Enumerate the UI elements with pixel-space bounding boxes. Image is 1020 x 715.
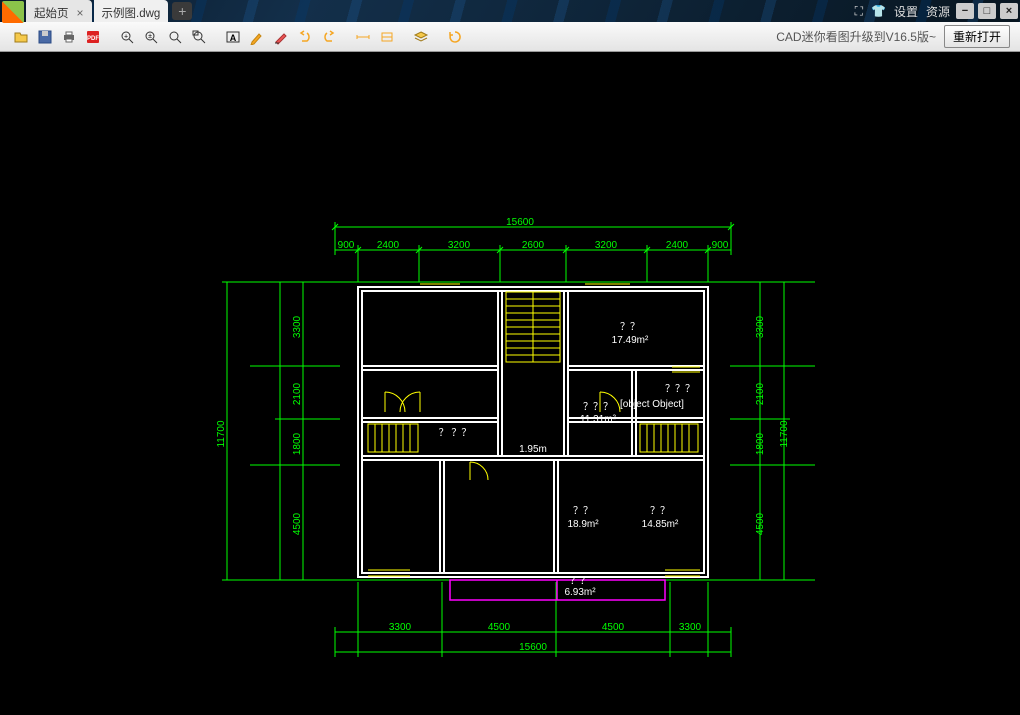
room-area-4: [object Object] bbox=[620, 399, 684, 410]
save-icon[interactable] bbox=[34, 26, 56, 48]
svg-text:A: A bbox=[230, 33, 237, 43]
titlebar: 起始页 × 示例图.dwg + ⛶ 👕 设置 资源 − □ × bbox=[0, 0, 1020, 22]
redo-icon[interactable] bbox=[318, 26, 340, 48]
room-label-2: ？？？ bbox=[665, 384, 695, 395]
pencil-icon[interactable] bbox=[246, 26, 268, 48]
text-icon[interactable]: A bbox=[222, 26, 244, 48]
layers-icon[interactable] bbox=[410, 26, 432, 48]
dim-right-3: 4500 bbox=[755, 512, 766, 535]
room-area-1: 17.49m² bbox=[612, 335, 649, 346]
room-dim-5: 1.95m bbox=[519, 444, 547, 455]
dim-left-2: 1800 bbox=[292, 432, 303, 455]
measure-icon[interactable] bbox=[352, 26, 374, 48]
minimize-button[interactable]: − bbox=[956, 3, 974, 19]
room-label-6: ？ ？？ bbox=[439, 428, 472, 439]
dim-top-0: 900 bbox=[338, 240, 355, 251]
reopen-button[interactable]: 重新打开 bbox=[944, 25, 1010, 48]
svg-text:+: + bbox=[124, 33, 128, 40]
dim-top-6: 900 bbox=[712, 240, 729, 251]
close-button[interactable]: × bbox=[1000, 3, 1018, 19]
room-label-9: ？？ bbox=[570, 576, 590, 587]
zoom-in-icon[interactable]: + bbox=[116, 26, 138, 48]
toolbar: PDF + ± A CAD迷你看图升级到V16.5版~ 重新打开 bbox=[0, 22, 1020, 52]
marker-icon[interactable] bbox=[270, 26, 292, 48]
dim-bot-2: 4500 bbox=[602, 622, 625, 633]
undo-icon[interactable] bbox=[294, 26, 316, 48]
room-label-8: ？？ bbox=[650, 506, 670, 517]
room-area-3: 11.31m² bbox=[580, 414, 617, 425]
app-icon bbox=[2, 1, 24, 23]
dim-right-1: 2100 bbox=[755, 382, 766, 405]
dim-left-3: 4500 bbox=[292, 512, 303, 535]
room-area-8: 14.85m² bbox=[642, 519, 679, 530]
print-icon[interactable] bbox=[58, 26, 80, 48]
pdf-icon[interactable]: PDF bbox=[82, 26, 104, 48]
dim-bot-3: 3300 bbox=[679, 622, 702, 633]
dim-top-5: 2400 bbox=[666, 240, 689, 251]
svg-text:±: ± bbox=[148, 33, 152, 40]
dim-top-1: 2400 bbox=[377, 240, 400, 251]
dim-top-3: 2600 bbox=[522, 240, 545, 251]
zoom-extent-icon[interactable] bbox=[164, 26, 186, 48]
dim-left-1: 2100 bbox=[292, 382, 303, 405]
tab-start[interactable]: 起始页 × bbox=[26, 0, 92, 22]
close-icon[interactable]: × bbox=[77, 6, 84, 20]
upgrade-text: CAD迷你看图升级到V16.5版~ bbox=[776, 28, 936, 45]
room-label-7: ？？ bbox=[573, 506, 593, 517]
room-label-3: ？？？ bbox=[583, 402, 613, 413]
tab-drawing[interactable]: 示例图.dwg bbox=[94, 0, 169, 22]
dim-right-0: 3300 bbox=[755, 315, 766, 338]
dim-bot-1: 4500 bbox=[488, 622, 511, 633]
tab-drawing-label: 示例图.dwg bbox=[102, 5, 161, 21]
new-tab-button[interactable]: + bbox=[172, 2, 192, 20]
area-icon[interactable] bbox=[376, 26, 398, 48]
open-icon[interactable] bbox=[10, 26, 32, 48]
dim-bot-total: 15600 bbox=[519, 642, 547, 653]
zoom-out-icon[interactable]: ± bbox=[140, 26, 162, 48]
resources-link[interactable]: 资源 bbox=[924, 3, 952, 20]
tab-start-label: 起始页 bbox=[34, 5, 69, 21]
dim-top-2: 3200 bbox=[448, 240, 471, 251]
dim-left-0: 3300 bbox=[292, 315, 303, 338]
dim-right-2: 1800 bbox=[755, 432, 766, 455]
room-area-7: 18.9m² bbox=[567, 519, 599, 530]
settings-link[interactable]: 设置 bbox=[892, 3, 920, 20]
dim-top-4: 3200 bbox=[595, 240, 618, 251]
svg-text:PDF: PDF bbox=[87, 36, 99, 42]
refresh-icon[interactable] bbox=[444, 26, 466, 48]
dim-left-total: 11700 bbox=[216, 420, 227, 448]
drawing-canvas[interactable]: 15600 900 2400 3200 2600 3200 2400 900 1… bbox=[0, 52, 1020, 715]
fullscreen-icon[interactable]: ⛶ bbox=[853, 4, 865, 19]
room-label-1: ？？ bbox=[620, 322, 640, 333]
zoom-window-icon[interactable] bbox=[188, 26, 210, 48]
dim-top-total: 15600 bbox=[506, 217, 534, 228]
dim-right-total: 11700 bbox=[779, 420, 790, 448]
dim-bot-0: 3300 bbox=[389, 622, 412, 633]
maximize-button[interactable]: □ bbox=[978, 3, 996, 19]
shirt-icon[interactable]: 👕 bbox=[869, 4, 888, 18]
room-area-9: 6.93m² bbox=[564, 587, 596, 598]
